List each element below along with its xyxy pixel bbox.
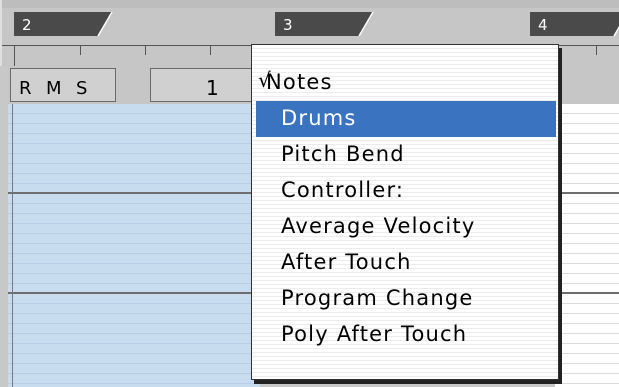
bar-position-value: 1 bbox=[206, 76, 219, 100]
menu-item-pitch-bend[interactable]: Pitch Bend bbox=[256, 137, 556, 173]
left-edge bbox=[0, 66, 8, 387]
menu-item-label: After Touch bbox=[281, 250, 412, 274]
bar-position-box[interactable]: 1 bbox=[150, 68, 252, 102]
bar-marker-4[interactable]: 4 bbox=[530, 12, 619, 37]
menu-item-notes[interactable]: √ Notes bbox=[256, 65, 556, 101]
editor-window: 2 3 4 R M S 1 √ Notes Drums Pitch Bend C… bbox=[0, 0, 619, 387]
bar-marker-number: 4 bbox=[538, 16, 548, 34]
track-buttons-box: R M S bbox=[10, 68, 116, 102]
menu-item-label: Controller: bbox=[281, 178, 405, 202]
menu-item-label: Average Velocity bbox=[281, 214, 476, 238]
grid-line bbox=[12, 104, 13, 387]
menu-item-after-touch[interactable]: After Touch bbox=[256, 245, 556, 281]
ruler-tick bbox=[596, 45, 597, 55]
track-lane-selected[interactable] bbox=[8, 104, 260, 387]
bar-marker-3[interactable]: 3 bbox=[275, 12, 375, 37]
mute-button[interactable]: M bbox=[46, 78, 62, 99]
menu-item-label: Pitch Bend bbox=[281, 142, 405, 166]
bar-marker-number: 3 bbox=[283, 16, 293, 34]
bar-marker-2[interactable]: 2 bbox=[14, 12, 114, 37]
menu-item-controller[interactable]: Controller: bbox=[256, 173, 556, 209]
menu-item-label: Notes bbox=[266, 70, 333, 94]
menu-item-average-velocity[interactable]: Average Velocity bbox=[256, 209, 556, 245]
ruler-top-strip bbox=[2, 0, 619, 8]
ruler-tick bbox=[145, 45, 146, 55]
event-type-menu: √ Notes Drums Pitch Bend Controller: Ave… bbox=[251, 44, 559, 380]
bar-marker-number: 2 bbox=[22, 16, 32, 34]
ruler-tick bbox=[80, 45, 81, 55]
ruler-tick bbox=[210, 45, 211, 55]
track-lane[interactable] bbox=[555, 104, 619, 387]
menu-item-label: Poly After Touch bbox=[281, 322, 468, 346]
record-button[interactable]: R bbox=[19, 78, 32, 99]
menu-item-drums[interactable]: Drums bbox=[256, 101, 556, 137]
menu-item-label: Program Change bbox=[281, 286, 474, 310]
menu-item-poly-after-touch[interactable]: Poly After Touch bbox=[256, 317, 556, 353]
ruler-tick bbox=[14, 45, 15, 66]
menu-item-program-change[interactable]: Program Change bbox=[256, 281, 556, 317]
menu-item-label: Drums bbox=[281, 106, 357, 130]
solo-button[interactable]: S bbox=[76, 78, 87, 99]
